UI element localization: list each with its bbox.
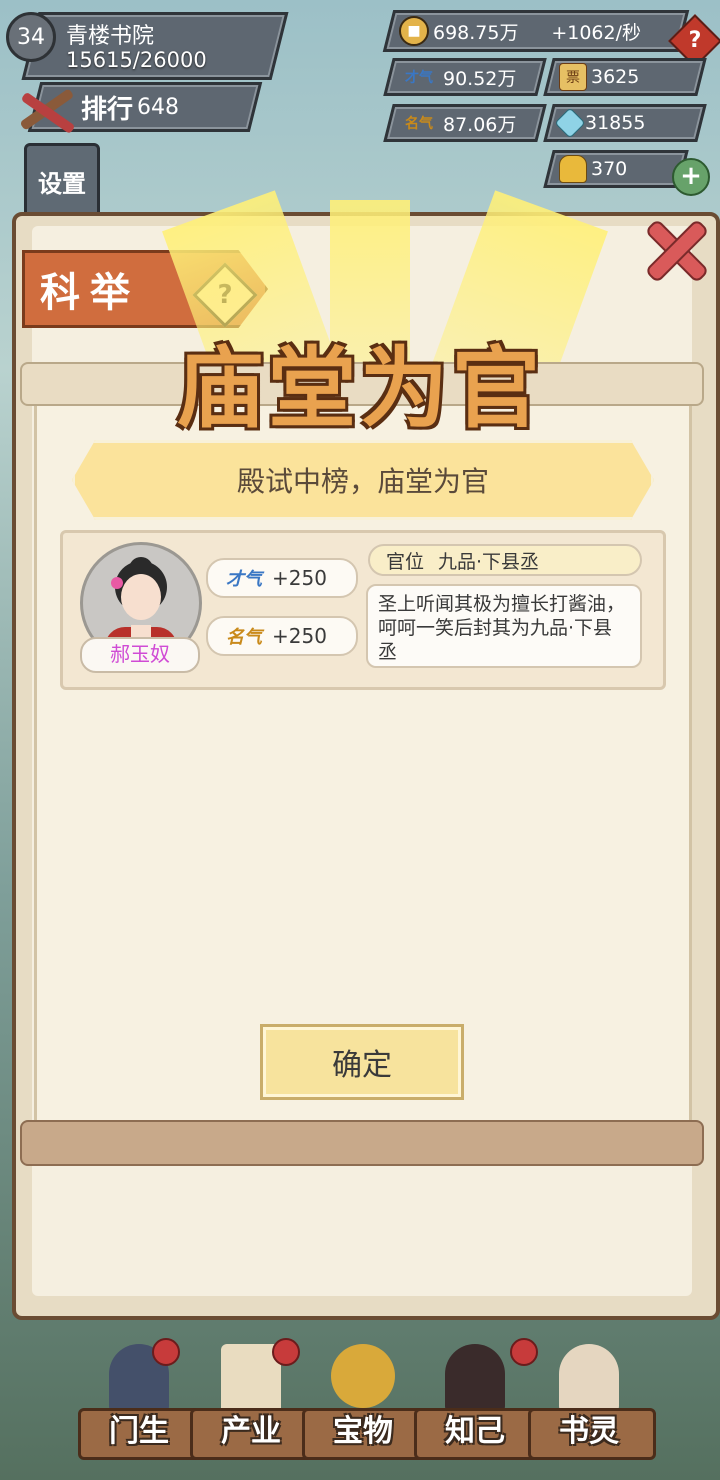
ingot-value: 370 (591, 158, 628, 180)
academy-name: 青楼书院 (66, 24, 155, 49)
add-currency-button[interactable]: + (672, 158, 710, 196)
gold-ticket-value: 3625 (591, 66, 640, 88)
official-rank: 官位 九品·下县丞 (368, 544, 642, 576)
talent-icon: 才气 (226, 569, 262, 590)
result-banner-text: 殿试中榜，庙堂为官 (236, 465, 489, 498)
ingot-bar[interactable]: 370 (543, 150, 689, 188)
result-title: 庙堂为官 (175, 336, 544, 440)
official-rank-label: 官位 (386, 550, 425, 573)
fame-bar[interactable]: 名气 87.06万 (383, 104, 547, 142)
nav-treasure[interactable]: 宝物 (302, 1340, 430, 1460)
ranking-value: 648 (137, 94, 180, 120)
fame-icon: 名气 (226, 627, 262, 648)
confidant-portrait-icon (445, 1344, 505, 1414)
fame-value: 87.06万 (443, 113, 517, 136)
student-name: 郝玉奴 (80, 637, 200, 673)
talent-gain-pill: 才气 +250 (206, 558, 358, 598)
experience-value: 15615/26000 (66, 48, 207, 72)
nav-book-spirits[interactable]: 书灵 (528, 1340, 656, 1460)
official-rank-value: 九品·下县丞 (438, 550, 540, 573)
book-spirit-portrait-icon (559, 1344, 619, 1414)
fame-gain-value: +250 (272, 624, 327, 648)
talent-gain-value: +250 (272, 566, 327, 590)
notification-dot (272, 1338, 300, 1366)
copper-value: 698.75万 (433, 21, 519, 44)
crossed-brushes-icon (21, 89, 74, 133)
copper-bar[interactable]: ■ 698.75万 +1062/秒 (382, 10, 690, 52)
fame-gain-pill: 名气 +250 (206, 616, 358, 656)
result-banner: 殿试中榜，庙堂为官 (72, 440, 654, 520)
fame-icon: 名气 (405, 116, 433, 132)
gold-ticket-icon: 票 (559, 63, 587, 91)
player-level: 34 (6, 12, 56, 62)
talent-bar[interactable]: 才气 90.52万 (383, 58, 547, 96)
result-description: 圣上听闻其极为擅长打酱油，呵呵一笑后封其为九品·下县丞 (366, 584, 642, 668)
compass-icon (331, 1344, 395, 1408)
diamond-value: 31855 (585, 112, 646, 134)
close-icon[interactable] (636, 210, 712, 286)
diamond-icon (554, 107, 586, 139)
scroll-bottom-rod (20, 1120, 704, 1166)
copper-rate: +1062/秒 (551, 21, 641, 44)
diamond-bar[interactable]: 31855 (543, 104, 707, 142)
copper-coin-icon: ■ (399, 16, 429, 46)
gold-ticket-bar[interactable]: 票 3625 (543, 58, 707, 96)
keju-tab-label: 科举 (40, 270, 140, 316)
talent-icon: 才气 (405, 70, 433, 86)
talent-value: 90.52万 (443, 67, 517, 90)
settings-button[interactable]: 设置 (24, 143, 100, 219)
confirm-button[interactable]: 确定 (260, 1024, 464, 1100)
gold-ingot-icon (559, 155, 587, 183)
notification-dot (152, 1338, 180, 1366)
ranking-label: 排行 (81, 94, 134, 125)
